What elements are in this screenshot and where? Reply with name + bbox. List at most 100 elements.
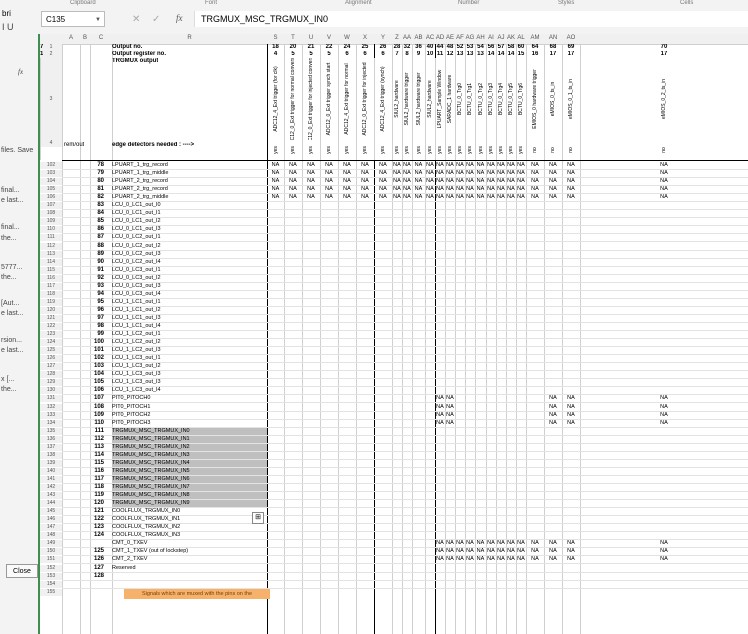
- signal-name[interactable]: LPUART_1_trg_middle: [112, 170, 267, 177]
- signal-name[interactable]: TRGMUX_MSC_TRGMUX_IN5: [112, 468, 267, 475]
- table-row[interactable]: 140 116 TRGMUX_MSC_TRGMUX_IN5: [40, 468, 748, 475]
- row-number[interactable]: 151: [40, 556, 63, 563]
- row-number[interactable]: 105: [40, 186, 63, 193]
- table-row[interactable]: 129 105 LCU_1_LC3_out_I3: [40, 379, 748, 386]
- signal-name[interactable]: PIT0_PITOCH3: [112, 420, 267, 427]
- table-row[interactable]: 144 120 TRGMUX_MSC_TRGMUX_IN9: [40, 500, 748, 507]
- table-row[interactable]: 128 104 LCU_1_LC3_out_I3: [40, 371, 748, 378]
- row-number[interactable]: 130: [40, 387, 63, 394]
- signal-name[interactable]: LCU_1_LC3_out_I3: [112, 379, 267, 386]
- row-number[interactable]: 142: [40, 484, 63, 491]
- side-panel-item[interactable]: e last...: [1, 197, 24, 204]
- table-row[interactable]: 143 119 TRGMUX_MSC_TRGMUX_IN8: [40, 492, 748, 499]
- row-number[interactable]: 135: [40, 428, 63, 435]
- column-header[interactable]: AI: [486, 35, 496, 41]
- signal-name[interactable]: CMT_0_TXEV: [112, 540, 267, 547]
- column-header[interactable]: AJ: [496, 35, 506, 41]
- side-panel-item[interactable]: [Aut...: [1, 300, 19, 307]
- signal-name[interactable]: LCU_0_LC1_out_I2: [112, 218, 267, 225]
- cancel-icon[interactable]: ✕: [132, 14, 140, 25]
- table-row[interactable]: 153 128: [40, 573, 748, 580]
- function-icon[interactable]: fx: [176, 13, 183, 23]
- column-header[interactable]: AG: [465, 35, 475, 41]
- row-number[interactable]: 119: [40, 299, 63, 306]
- table-row[interactable]: 135 111 TRGMUX_MSC_TRGMUX_IN0: [40, 428, 748, 435]
- column-header[interactable]: AN: [544, 35, 562, 41]
- column-header[interactable]: X: [356, 35, 374, 41]
- signal-name[interactable]: LCU_1_LC3_out_I3: [112, 371, 267, 378]
- signal-name[interactable]: LCU_1_LC1_out_I4: [112, 323, 267, 330]
- signal-name[interactable]: COOLFLUX_TRGMUX_IN2: [112, 524, 267, 531]
- side-panel-item[interactable]: 5777...: [1, 264, 22, 271]
- row-number[interactable]: 152: [40, 565, 63, 572]
- table-row[interactable]: 154: [40, 581, 748, 588]
- signal-name[interactable]: LCU_0_LC3_out_I1: [112, 267, 267, 274]
- close-button[interactable]: Close: [6, 564, 38, 578]
- table-row[interactable]: 109 85 LCU_0_LC1_out_I2: [40, 218, 748, 225]
- table-row[interactable]: 104 80 LPUART_2_trg_record NA NA NA NA NA NA NA NA…: [40, 178, 748, 185]
- signal-name[interactable]: TRGMUX_MSC_TRGMUX_IN8: [112, 492, 267, 499]
- row-number[interactable]: 123: [40, 331, 63, 338]
- table-row[interactable]: 131 107 PIT0_PITOCH0 NA NA NA NA NA: [40, 395, 748, 402]
- table-row[interactable]: 149 CMT_0_TXEV NA NA NA NA NA NA NA NA NA NA NA NA NA: [40, 540, 748, 547]
- table-row[interactable]: 112 88 LCU_0_LC2_out_I2: [40, 243, 748, 250]
- row-number[interactable]: 116: [40, 275, 63, 282]
- table-row[interactable]: 151 126 CMT_2_TXEV NA NA NA NA NA NA NA NA NA NA NA NA…: [40, 556, 748, 563]
- signal-name[interactable]: TRGMUX_MSC_TRGMUX_IN6: [112, 476, 267, 483]
- side-panel-item[interactable]: e last...: [1, 310, 24, 317]
- row-number[interactable]: 134: [40, 420, 63, 427]
- column-header[interactable]: Z: [392, 35, 402, 41]
- row-number[interactable]: 133: [40, 412, 63, 419]
- signal-name[interactable]: LCU_1_LC1_out_I2: [112, 307, 267, 314]
- table-row[interactable]: 132 108 PIT0_PITOCH1 NA NA NA NA NA: [40, 404, 748, 411]
- column-header[interactable]: AB: [412, 35, 425, 41]
- column-header[interactable]: W: [338, 35, 356, 41]
- signal-name[interactable]: TRGMUX_MSC_TRGMUX_IN7: [112, 484, 267, 491]
- signal-name[interactable]: LCU_1_LC2_out_I1: [112, 331, 267, 338]
- row-number[interactable]: 4: [40, 140, 63, 147]
- column-header[interactable]: S: [267, 35, 284, 41]
- side-panel-item[interactable]: x [...: [1, 376, 14, 383]
- signal-name[interactable]: LCU_1_LC2_out_I2: [112, 339, 267, 346]
- signal-name[interactable]: PIT0_PITOCH1: [112, 404, 267, 411]
- note-cell[interactable]: Signals which are muxed with the pins on…: [124, 589, 270, 599]
- row-number[interactable]: 106: [40, 194, 63, 201]
- table-row[interactable]: 152 127 Reserved: [40, 565, 748, 572]
- signal-name[interactable]: LPUART_2_trg_record: [112, 186, 267, 193]
- row-number[interactable]: 137: [40, 444, 63, 451]
- signal-name[interactable]: LCU_1_LC1_out_I3: [112, 315, 267, 322]
- table-row[interactable]: 127 103 LCU_1_LC3_out_I2: [40, 363, 748, 370]
- column-header[interactable]: AO: [562, 35, 580, 41]
- column-header[interactable]: C: [90, 35, 112, 41]
- table-row[interactable]: 145 121 COOLFLUX_TRGMUX_IN0: [40, 508, 748, 515]
- row-number[interactable]: 149: [40, 540, 63, 547]
- font-name-partial[interactable]: bri: [2, 9, 11, 18]
- column-header[interactable]: AD: [435, 35, 445, 41]
- table-row[interactable]: 122 98 LCU_1_LC1_out_I4: [40, 323, 748, 330]
- signal-name[interactable]: LCU_0_LC2_out_I1: [112, 234, 267, 241]
- formula-input[interactable]: TRGMUX_MSC_TRGMUX_IN0: [194, 11, 748, 27]
- row-number[interactable]: 3: [40, 58, 63, 140]
- table-row[interactable]: 108 84 LCU_0_LC1_out_I1: [40, 210, 748, 217]
- signal-name[interactable]: LCU_0_LC2_out_I2: [112, 243, 267, 250]
- signal-name[interactable]: LCU_0_LC3_out_I3: [112, 283, 267, 290]
- chevron-down-icon[interactable]: ▼: [95, 12, 101, 28]
- row-number[interactable]: 115: [40, 267, 63, 274]
- table-row[interactable]: 106 82 LPUART_2_trg_middle NA NA NA NA NA NA NA NA…: [40, 194, 748, 201]
- table-row[interactable]: 139 115 TRGMUX_MSC_TRGMUX_IN4: [40, 460, 748, 467]
- signal-name[interactable]: PIT0_PITOCH2: [112, 412, 267, 419]
- column-header[interactable]: V: [320, 35, 338, 41]
- row-number[interactable]: 107: [40, 202, 63, 209]
- row-number[interactable]: 138: [40, 452, 63, 459]
- table-row[interactable]: 116 92 LCU_0_LC3_out_I2: [40, 275, 748, 282]
- table-row[interactable]: 105 81 LPUART_2_trg_record NA NA NA NA NA NA NA NA…: [40, 186, 748, 193]
- table-row[interactable]: 138 114 TRGMUX_MSC_TRGMUX_IN3: [40, 452, 748, 459]
- signal-name[interactable]: TRGMUX_MSC_TRGMUX_IN0: [112, 428, 267, 435]
- row-number[interactable]: 126: [40, 355, 63, 362]
- row-number[interactable]: 146: [40, 516, 63, 523]
- signal-name[interactable]: LCU_1_LC3_out_I1: [112, 355, 267, 362]
- table-row[interactable]: 110 86 LCU_0_LC1_out_I3: [40, 226, 748, 233]
- row-number[interactable]: 110: [40, 226, 63, 233]
- signal-name[interactable]: Reserved: [112, 565, 267, 572]
- signal-name[interactable]: LPUART_1_trg_record: [112, 162, 267, 169]
